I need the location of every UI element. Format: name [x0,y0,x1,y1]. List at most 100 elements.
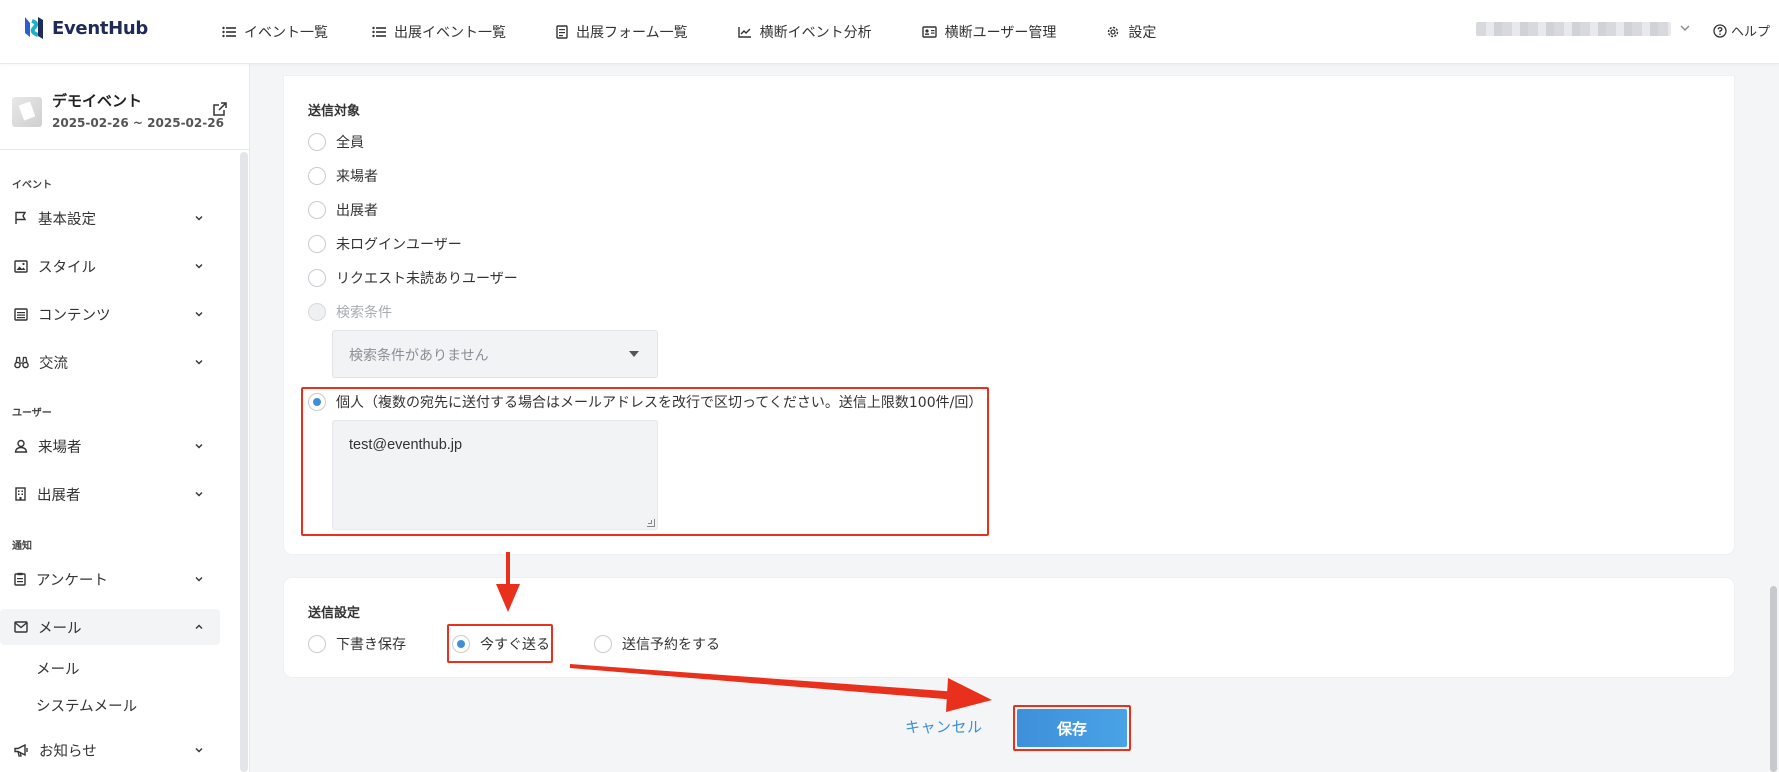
user-account-menu[interactable] [1476,22,1671,36]
search-condition-select: 検索条件がありません [332,330,658,378]
target-option-visitors[interactable]: 来場者 [308,166,378,186]
sidebar-item-label: 交流 [39,355,68,372]
radio-button [308,303,326,321]
section-label-event: イベント [12,180,52,191]
building-icon [15,487,26,501]
sidebar-item-mail[interactable]: メール [0,609,220,645]
nav-label: 横断ユーザー管理 [944,25,1057,41]
nav-label: 出展フォーム一覧 [576,25,688,41]
person-icon [14,439,28,453]
nav-event-list[interactable]: イベント一覧 [222,22,328,42]
eventhub-logo-icon [22,15,46,41]
sidebar-item-contents[interactable]: コンテンツ [0,296,220,332]
option-label: 未ログインユーザー [336,237,462,253]
section-label-notify: 通知 [12,541,32,552]
external-link-icon[interactable] [212,101,228,117]
radio-button[interactable] [308,133,326,151]
radio-button[interactable] [308,201,326,219]
sidebar-item-visitors[interactable]: 来場者 [0,428,220,464]
flag-icon [15,211,27,224]
event-dates: 2025-02-26 ~ 2025-02-26 [52,116,224,130]
chevron-up-icon [195,624,203,629]
target-option-all[interactable]: 全員 [308,132,364,152]
nav-label: イベント一覧 [244,25,328,41]
option-label: 検索条件 [336,305,392,321]
nav-label: 出展イベント一覧 [394,25,506,41]
sidebar-subitem-mail[interactable]: メール [36,658,80,679]
send-option-draft[interactable]: 下書き保存 [308,634,406,654]
caret-down-icon [629,351,639,357]
sidebar-scrollbar[interactable] [240,152,248,772]
chevron-down-icon [195,360,203,365]
megaphone-icon [14,743,28,757]
sidebar-item-exchange[interactable]: 交流 [0,344,220,380]
nav-cross-user-management[interactable]: 横断ユーザー管理 [921,22,1057,42]
send-option-schedule[interactable]: 送信予約をする [594,634,720,654]
target-option-not-logged-in[interactable]: 未ログインユーザー [308,234,462,254]
option-label: 送信予約をする [622,637,720,653]
option-label: 来場者 [336,169,378,185]
sidebar-item-label: アンケート [36,572,108,589]
chevron-down-icon [195,748,203,753]
radio-button[interactable] [308,269,326,287]
sidebar-item-label: 来場者 [38,439,82,456]
sidebar-item-survey[interactable]: アンケート [0,561,220,597]
radio-button[interactable] [308,167,326,185]
sidebar-item-label: お知らせ [39,743,97,760]
nav-exhibit-event-list[interactable]: 出展イベント一覧 [372,22,506,42]
sidebar-item-basic-settings[interactable]: 基本設定 [0,200,220,236]
list-icon [372,26,386,38]
option-label: 出展者 [336,203,378,219]
gear-icon [1108,26,1119,38]
chart-icon [737,27,751,38]
sidebar-item-news[interactable]: お知らせ [0,732,220,768]
sidebar-item-style[interactable]: スタイル [0,248,220,284]
logo-text: EventHub [52,17,149,39]
help-label: ヘルプ [1731,25,1771,40]
section-label-user: ユーザー [12,408,52,419]
sidebar-item-label: メール [38,620,82,637]
top-header: EventHub イベント一覧 出展イベント一覧 出展フォーム一覧 横断イベント… [0,0,1779,64]
chevron-down-icon [195,264,203,269]
event-summary: デモイベント 2025-02-26 ~ 2025-02-26 [12,90,237,140]
nav-exhibit-form-list[interactable]: 出展フォーム一覧 [556,22,688,42]
main-scrollbar[interactable] [1770,586,1777,772]
radio-button[interactable] [308,235,326,253]
chevron-down-icon [195,492,203,497]
nav-cross-event-analytics[interactable]: 横断イベント分析 [737,22,872,42]
main-nav: イベント一覧 出展イベント一覧 出展フォーム一覧 横断イベント分析 横断ユーザー… [222,0,1206,64]
radio-button[interactable] [308,635,326,653]
nav-label: 横断イベント分析 [759,25,872,41]
send-target-label: 送信対象 [308,104,361,119]
event-thumbnail [12,97,42,127]
option-label: 全員 [336,135,364,151]
form-icon [556,25,568,39]
sidebar-divider [0,149,249,150]
chevron-down-icon[interactable] [1679,22,1691,34]
annotation-highlight-save [1013,705,1131,751]
radio-button[interactable] [594,635,612,653]
sidebar-item-label: スタイル [38,259,96,276]
logo[interactable]: EventHub [22,15,148,41]
annotation-highlight-send-now [447,624,553,663]
cancel-button[interactable]: キャンセル [905,716,983,737]
sidebar-item-exhibitors[interactable]: 出展者 [0,476,220,512]
sidebar-item-label: 出展者 [37,487,81,504]
envelope-icon [14,621,28,633]
sidebar-subitem-system-mail[interactable]: システムメール [36,695,137,716]
chevron-down-icon [195,216,203,221]
id-card-icon [921,26,937,38]
chevron-down-icon [195,312,203,317]
target-option-search-condition: 検索条件 [308,302,392,322]
target-option-unread-request[interactable]: リクエスト未読ありユーザー [308,268,518,288]
target-option-exhibitors[interactable]: 出展者 [308,200,378,220]
option-label: 下書き保存 [336,637,406,653]
send-settings-label: 送信設定 [308,606,361,621]
event-title: デモイベント [52,92,143,110]
nav-label: 設定 [1128,25,1157,41]
sidebar: デモイベント 2025-02-26 ~ 2025-02-26 イベント 基本設定… [0,64,250,772]
annotation-highlight-individual [301,387,989,536]
image-icon [14,259,28,273]
nav-settings[interactable]: 設定 [1106,22,1156,42]
help-link[interactable]: ヘルプ [1713,21,1770,40]
